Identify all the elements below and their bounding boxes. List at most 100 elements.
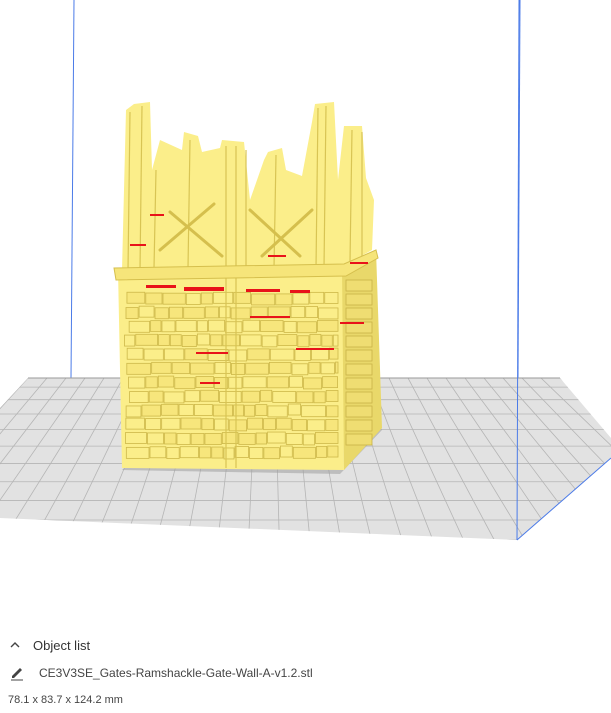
stone-block [285, 433, 303, 445]
stone-block [309, 291, 325, 304]
stone-block [332, 334, 339, 347]
stone-block [291, 419, 307, 432]
stone-block [326, 405, 339, 418]
gate-wall-model[interactable] [113, 102, 382, 470]
stone-block [266, 376, 289, 389]
stone-block [126, 362, 152, 375]
stone-block [200, 292, 213, 305]
stone-block [327, 445, 339, 458]
stone-block [161, 403, 179, 416]
stone-block [138, 305, 155, 318]
stone-block [163, 348, 185, 361]
stone-block [210, 334, 223, 347]
stone-block [318, 307, 339, 320]
stone-block [345, 363, 373, 376]
stone-block [141, 404, 161, 417]
stone-block [301, 405, 326, 418]
stone-block [297, 335, 310, 348]
stone-block [143, 348, 164, 361]
stone-block [268, 361, 292, 374]
stone-block [190, 433, 205, 445]
stone-block [302, 433, 315, 446]
stone-block [345, 377, 373, 390]
object-file-name: CE3V3SE_Gates-Ramshackle-Gate-Wall-A-v1.… [39, 666, 313, 680]
scene-canvas[interactable] [0, 0, 611, 625]
stone-block [324, 292, 339, 304]
stone-block [289, 375, 303, 388]
stone-block [157, 375, 175, 388]
stone-block [212, 291, 234, 304]
stone-block [128, 320, 151, 333]
stone-block [345, 349, 373, 362]
stone-block [291, 363, 309, 376]
stone-block [263, 418, 276, 431]
stone-block [179, 446, 199, 459]
stone-block [178, 404, 194, 416]
stone-block [125, 417, 145, 430]
stone-block [321, 334, 333, 347]
stone-block [244, 404, 256, 417]
stone-block [161, 417, 181, 430]
stone-block [207, 319, 225, 332]
stone-block [231, 363, 246, 375]
stone-block [292, 292, 310, 305]
stone-block [345, 307, 373, 320]
stone-block [158, 334, 170, 346]
stone-block [249, 447, 264, 459]
stone-block [125, 307, 139, 319]
stone-block [124, 334, 136, 347]
stone-block [242, 319, 260, 332]
stone-block [241, 390, 260, 403]
stone-block [125, 446, 150, 459]
stone-block [228, 349, 248, 362]
object-list-toggle[interactable]: Object list [0, 635, 611, 655]
stone-block [240, 334, 262, 347]
stone-block [184, 390, 201, 403]
chevron-up-icon[interactable] [8, 638, 22, 652]
stone-block [145, 376, 158, 389]
stone-block [162, 292, 186, 305]
stone-block [292, 446, 316, 459]
stone-block [267, 431, 286, 444]
object-list-item[interactable]: CE3V3SE_Gates-Ramshackle-Gate-Wall-A-v1.… [0, 663, 611, 683]
stone-block [174, 377, 196, 390]
stone-block [207, 349, 229, 361]
stone-block [196, 320, 208, 333]
stone-block [263, 447, 280, 460]
stone-block [287, 403, 302, 416]
3d-viewport[interactable] [0, 0, 611, 625]
stone-block [269, 348, 295, 361]
stone-block [151, 361, 172, 374]
stone-block [335, 361, 339, 374]
stone-block [125, 405, 142, 418]
stone-block [193, 404, 213, 416]
pencil-icon[interactable] [9, 665, 25, 681]
stone-block [345, 433, 373, 446]
stone-block [219, 391, 242, 403]
stone-block [183, 306, 205, 319]
stone-block [245, 362, 269, 375]
stone-block [150, 320, 162, 333]
stone-block [168, 306, 184, 319]
stone-block [325, 419, 339, 431]
stone-block [345, 293, 373, 306]
stone-block [345, 279, 373, 292]
stone-block [219, 306, 231, 319]
stone-block [261, 335, 278, 348]
stone-block [345, 405, 373, 418]
stone-block [255, 404, 268, 417]
stone-block [316, 445, 328, 458]
stone-block [242, 376, 267, 389]
stone-block [234, 446, 249, 458]
stone-block [320, 362, 335, 375]
stone-block [204, 433, 222, 445]
stone-block [214, 361, 231, 374]
stone-block [228, 419, 248, 432]
stone-block [325, 390, 339, 402]
stone-block [311, 348, 329, 361]
stone-block [305, 306, 318, 318]
stone-block [296, 321, 317, 334]
stone-block [190, 362, 215, 375]
stone-block [147, 432, 164, 445]
stone-block [225, 321, 243, 334]
